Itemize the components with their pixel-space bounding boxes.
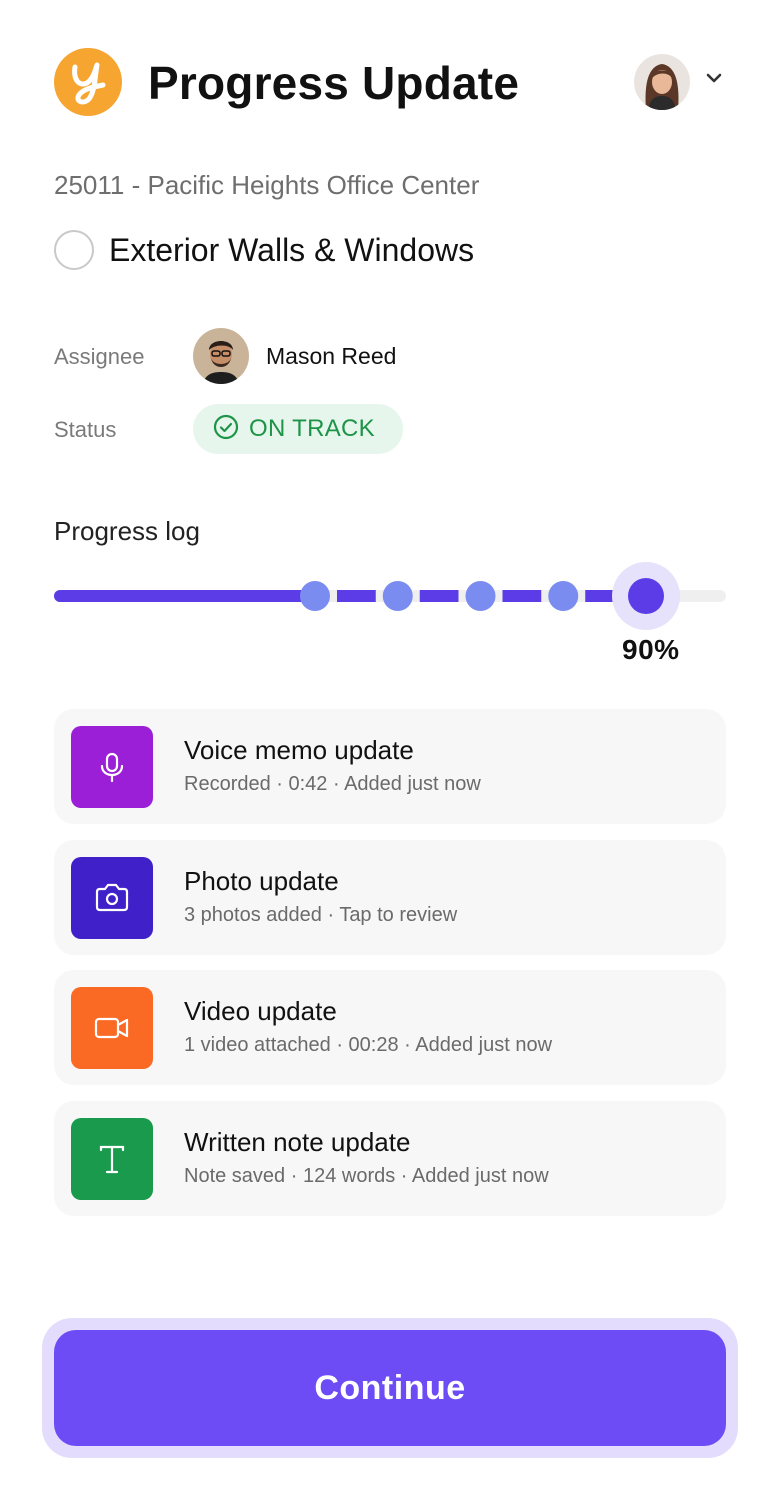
update-card-subtitle: Recorded · 0:42 · Added just now <box>184 773 481 795</box>
update-card-title: Voice memo update <box>184 735 414 765</box>
update-card-video[interactable]: Video update 1 video attached · 00:28 · … <box>54 970 726 1085</box>
slider-knob <box>628 578 664 614</box>
progress-log-title: Progress log <box>54 516 200 546</box>
update-card-subtitle: 3 photos added · Tap to review <box>184 904 458 926</box>
update-card-voice-memo[interactable]: Voice memo update Recorded · 0:42 · Adde… <box>54 709 726 824</box>
slider-checkpoint <box>548 581 579 611</box>
page-title: Progress Update <box>148 57 520 109</box>
slider-checkpoint <box>382 581 413 611</box>
project-label: 25011 - Pacific Heights Office Center <box>54 170 480 200</box>
slider-checkpoint <box>465 581 496 611</box>
slider-checkpoint <box>300 581 330 611</box>
update-card-title: Video update <box>184 996 337 1026</box>
update-card-written-note[interactable]: Written note update Note saved · 124 wor… <box>54 1101 726 1216</box>
video-camera-icon <box>71 987 153 1069</box>
progress-slider-track <box>54 562 726 630</box>
status-badge: ON TRACK <box>193 404 403 454</box>
update-card-title: Photo update <box>184 866 339 896</box>
chevron-down-icon[interactable] <box>704 68 724 88</box>
update-card-title: Written note update <box>184 1127 411 1157</box>
camera-icon <box>71 857 153 939</box>
text-note-icon <box>71 1118 153 1200</box>
assignee-name: Mason Reed <box>266 343 397 369</box>
task-complete-checkbox[interactable] <box>54 230 94 270</box>
progress-percent: 90% <box>622 634 680 665</box>
status-text: ON TRACK <box>249 415 375 442</box>
task-name: Exterior Walls & Windows <box>109 231 475 268</box>
user-avatar[interactable] <box>634 54 690 110</box>
update-card-photo[interactable]: Photo update 3 photos added · Tap to rev… <box>54 840 726 955</box>
update-card-subtitle: Note saved · 124 words · Added just now <box>184 1165 549 1187</box>
update-card-subtitle: 1 video attached · 00:28 · Added just no… <box>184 1034 553 1056</box>
check-circle-icon <box>213 414 239 445</box>
continue-button[interactable]: Continue <box>54 1330 726 1446</box>
assignee-label: Assignee <box>54 344 145 369</box>
status-label: Status <box>54 417 117 442</box>
microphone-icon <box>71 726 153 808</box>
progress-slider[interactable] <box>0 560 780 640</box>
brand-logo-icon <box>54 48 122 116</box>
task-row[interactable]: Exterior Walls & Windows <box>54 228 474 272</box>
header: Progress Update <box>54 48 726 118</box>
assignee-avatar[interactable] <box>193 328 249 384</box>
